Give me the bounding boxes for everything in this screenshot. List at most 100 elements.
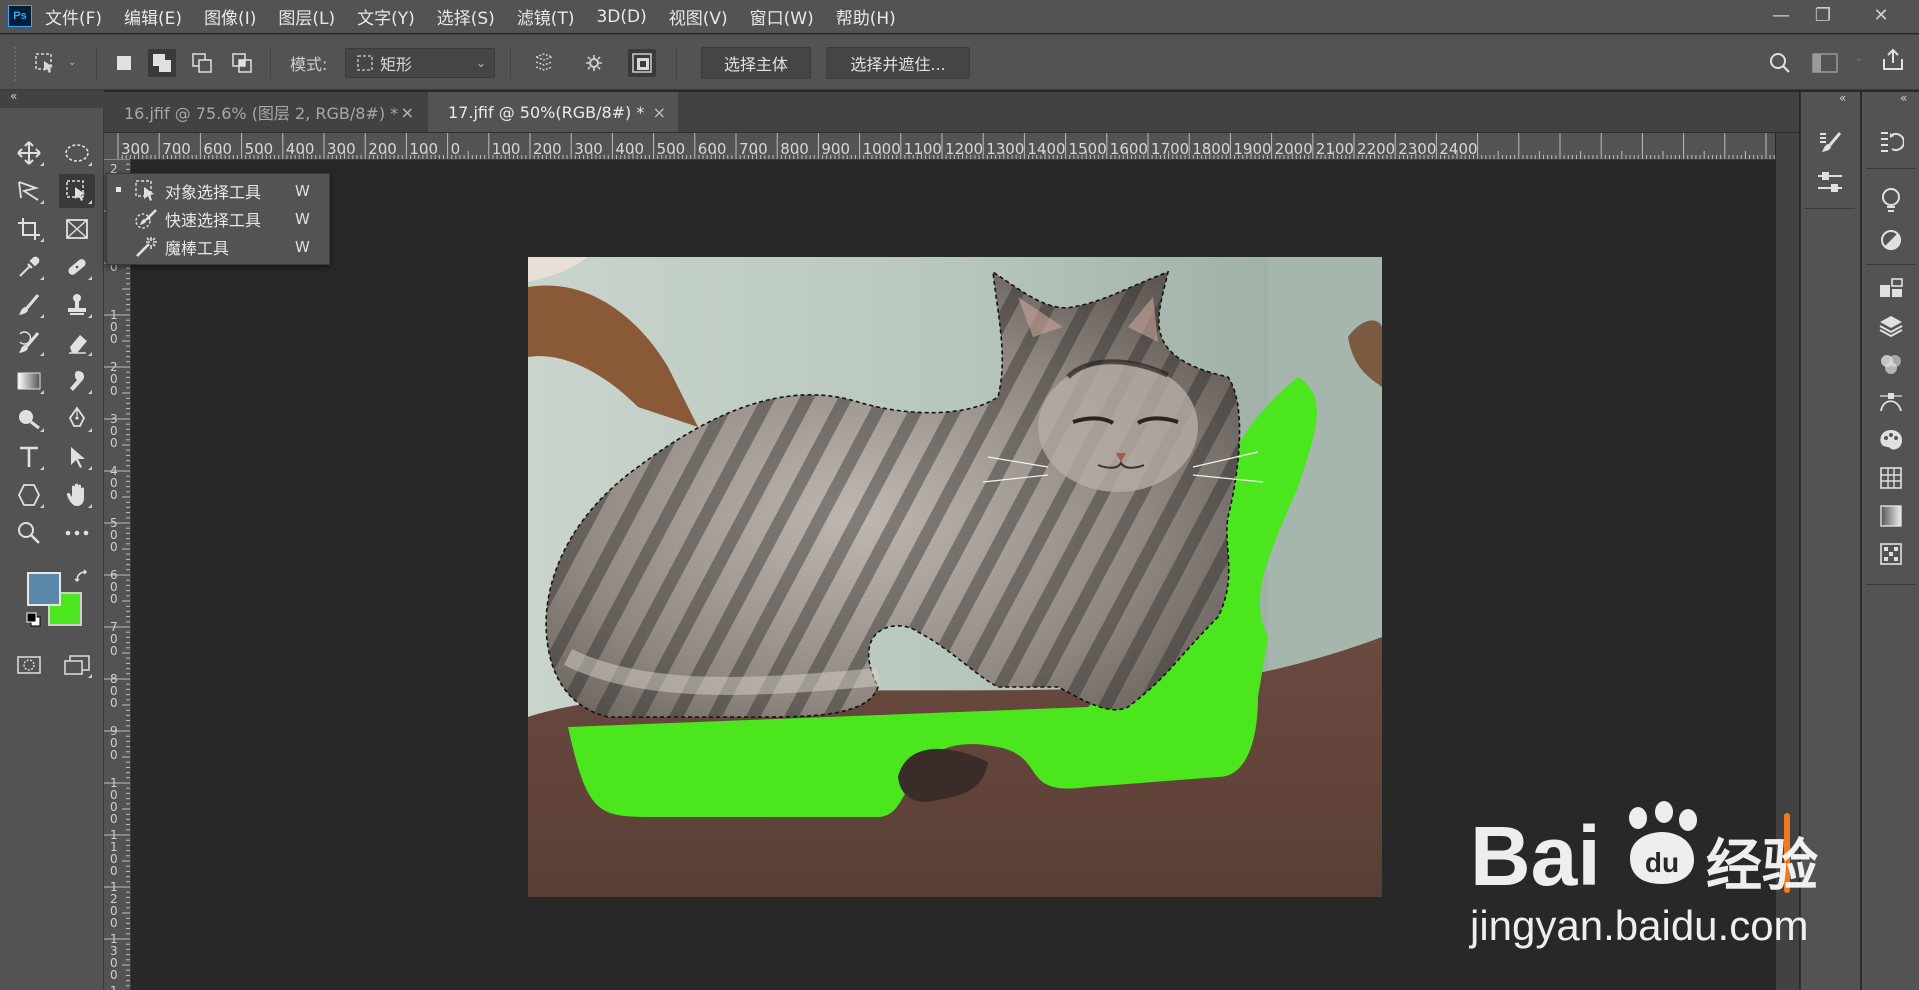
ruler-label: 1200	[945, 140, 984, 158]
more-tools-icon[interactable]	[59, 516, 95, 550]
foreground-color-swatch[interactable]	[27, 572, 61, 606]
swatches-palette-icon[interactable]	[1871, 422, 1911, 458]
ruler-label: 700	[739, 140, 768, 158]
ruler-label: 300	[327, 140, 356, 158]
type-tool-icon[interactable]	[11, 440, 47, 474]
pen-tool-icon[interactable]	[59, 402, 95, 436]
collapse-dock-icon[interactable]: «	[1900, 91, 1907, 105]
flyout-item-quick-selection[interactable]: 快速选择工具 W	[107, 205, 329, 233]
healing-brush-tool-icon[interactable]	[59, 250, 95, 284]
ruler-label: 2 0 0	[110, 360, 118, 398]
collapse-dock-icon[interactable]: «	[1839, 91, 1846, 105]
object-finder-toggle-icon[interactable]	[628, 49, 656, 77]
menu-item[interactable]: 文件(F)	[45, 4, 102, 29]
collapse-toolbar-icon[interactable]: «	[10, 89, 17, 103]
lasso-tool-icon[interactable]	[11, 174, 47, 208]
zoom-tool-icon[interactable]	[11, 516, 47, 550]
restore-button[interactable]: ❐	[1802, 0, 1844, 30]
select-and-mask-button[interactable]: 选择并遮住...	[826, 47, 970, 79]
eraser-tool-icon[interactable]	[59, 326, 95, 360]
workspace-chevron-icon[interactable]: ⌄	[1855, 53, 1863, 64]
screen-mode-icon[interactable]	[59, 648, 95, 682]
ruler-label: 2000	[1274, 140, 1313, 158]
menu-item[interactable]: 视图(V)	[669, 4, 728, 29]
brush-settings-icon[interactable]	[1810, 124, 1850, 160]
menu-item[interactable]: 编辑(E)	[124, 4, 182, 29]
patterns-panel-icon[interactable]	[1871, 536, 1911, 572]
swap-colors-icon[interactable]	[74, 569, 90, 589]
flyout-item-shortcut: W	[295, 238, 310, 256]
menu-item[interactable]: 3D(D)	[596, 7, 646, 27]
menu-item[interactable]: 文字(Y)	[357, 4, 415, 29]
menu-item[interactable]: 滤镜(T)	[517, 4, 575, 29]
ruler-label: 1800	[1192, 140, 1231, 158]
subtract-from-selection-button[interactable]	[188, 49, 216, 77]
add-to-selection-button[interactable]	[148, 49, 176, 77]
ruler-label: 1500	[1068, 140, 1107, 158]
menu-item[interactable]: 图像(I)	[204, 4, 256, 29]
tools-panel	[0, 108, 104, 990]
move-tool-icon[interactable]	[11, 136, 47, 170]
workspace-icon[interactable]	[1812, 53, 1838, 77]
share-icon[interactable]	[1880, 47, 1906, 77]
menu-item[interactable]: 图层(L)	[278, 4, 335, 29]
shape-tool-icon[interactable]	[11, 478, 47, 512]
dodge-tool-icon[interactable]	[11, 402, 47, 436]
preset-chevron-icon[interactable]: ⌄	[68, 57, 76, 68]
object-selection-icon	[133, 178, 159, 204]
divider	[96, 47, 97, 79]
brush-tool-icon[interactable]	[11, 288, 47, 322]
path-selection-tool-icon[interactable]	[59, 440, 95, 474]
ruler-label: 7 0 0	[110, 620, 118, 658]
flyout-item-object-selection[interactable]: 对象选择工具 W	[107, 177, 329, 205]
flyout-item-shortcut: W	[295, 182, 310, 200]
marquee-tool-icon[interactable]	[59, 136, 95, 170]
tab-label: 16.jfif @ 75.6% (图层 2, RGB/8#) *	[124, 104, 399, 123]
hand-tool-icon[interactable]	[59, 478, 95, 512]
default-colors-icon[interactable]	[26, 612, 42, 632]
learn-panel-icon[interactable]	[1871, 182, 1911, 218]
select-subject-button[interactable]: 选择主体	[701, 47, 811, 79]
divider	[1866, 168, 1916, 169]
adjustments-panel-icon[interactable]	[1871, 222, 1911, 258]
divider	[1866, 264, 1916, 265]
menu-item[interactable]: 窗口(W)	[750, 4, 814, 29]
menu-item[interactable]: 选择(S)	[437, 4, 495, 29]
clone-stamp-tool-icon[interactable]	[59, 288, 95, 322]
minimize-button[interactable]: —	[1760, 0, 1802, 30]
tab-17-jfif[interactable]: 17.jfif @ 50%(RGB/8#) * ×	[428, 92, 678, 132]
tool-preset-icon[interactable]	[30, 49, 60, 77]
horizontal-ruler[interactable]: 300 700 600 500 400 300 200 100 0 100 200 300 400 500…	[104, 133, 1775, 160]
smudge-tool-icon[interactable]	[59, 364, 95, 398]
flyout-item-magic-wand[interactable]: 魔棒工具 W	[107, 233, 329, 261]
intersect-selection-button[interactable]	[228, 49, 256, 77]
close-button[interactable]: ✕	[1860, 0, 1902, 30]
object-finder-settings-icon[interactable]	[580, 49, 608, 77]
quick-mask-icon[interactable]	[11, 648, 47, 682]
crop-tool-icon[interactable]	[11, 212, 47, 246]
ruler-label: 600	[697, 140, 727, 158]
layers-panel-icon[interactable]	[1871, 308, 1911, 344]
eyedropper-tool-icon[interactable]	[11, 250, 47, 284]
paths-panel-icon[interactable]	[1871, 384, 1911, 420]
close-tab-icon[interactable]: ×	[653, 103, 666, 122]
close-tab-icon[interactable]: ×	[401, 103, 414, 122]
menu-item[interactable]: 帮助(H)	[836, 4, 896, 29]
vertical-ruler[interactable]: 2001 0 02 0 03 0 04 0 05 0 06 0 07 0 08 …	[104, 159, 131, 990]
gradient-tool-icon[interactable]	[11, 364, 47, 398]
mode-select[interactable]: 矩形 ⌄	[345, 48, 495, 78]
divider	[1805, 208, 1855, 209]
channels-panel-icon[interactable]	[1871, 346, 1911, 382]
adjust-presets-icon[interactable]	[1810, 164, 1850, 200]
tab-16-jfif[interactable]: 16.jfif @ 75.6% (图层 2, RGB/8#) * ×	[104, 92, 426, 132]
gradients-panel-icon[interactable]	[1871, 498, 1911, 534]
search-icon[interactable]	[1768, 51, 1792, 79]
sample-all-layers-icon[interactable]	[530, 49, 558, 77]
frame-tool-icon[interactable]	[59, 212, 95, 246]
object-selection-tool-icon[interactable]	[59, 174, 95, 208]
libraries-3d-icon[interactable]	[1871, 270, 1911, 306]
new-selection-button[interactable]	[110, 49, 138, 77]
history-brush-tool-icon[interactable]	[11, 326, 47, 360]
grid-swatches-icon[interactable]	[1871, 460, 1911, 496]
history-panel-icon[interactable]	[1871, 124, 1911, 160]
